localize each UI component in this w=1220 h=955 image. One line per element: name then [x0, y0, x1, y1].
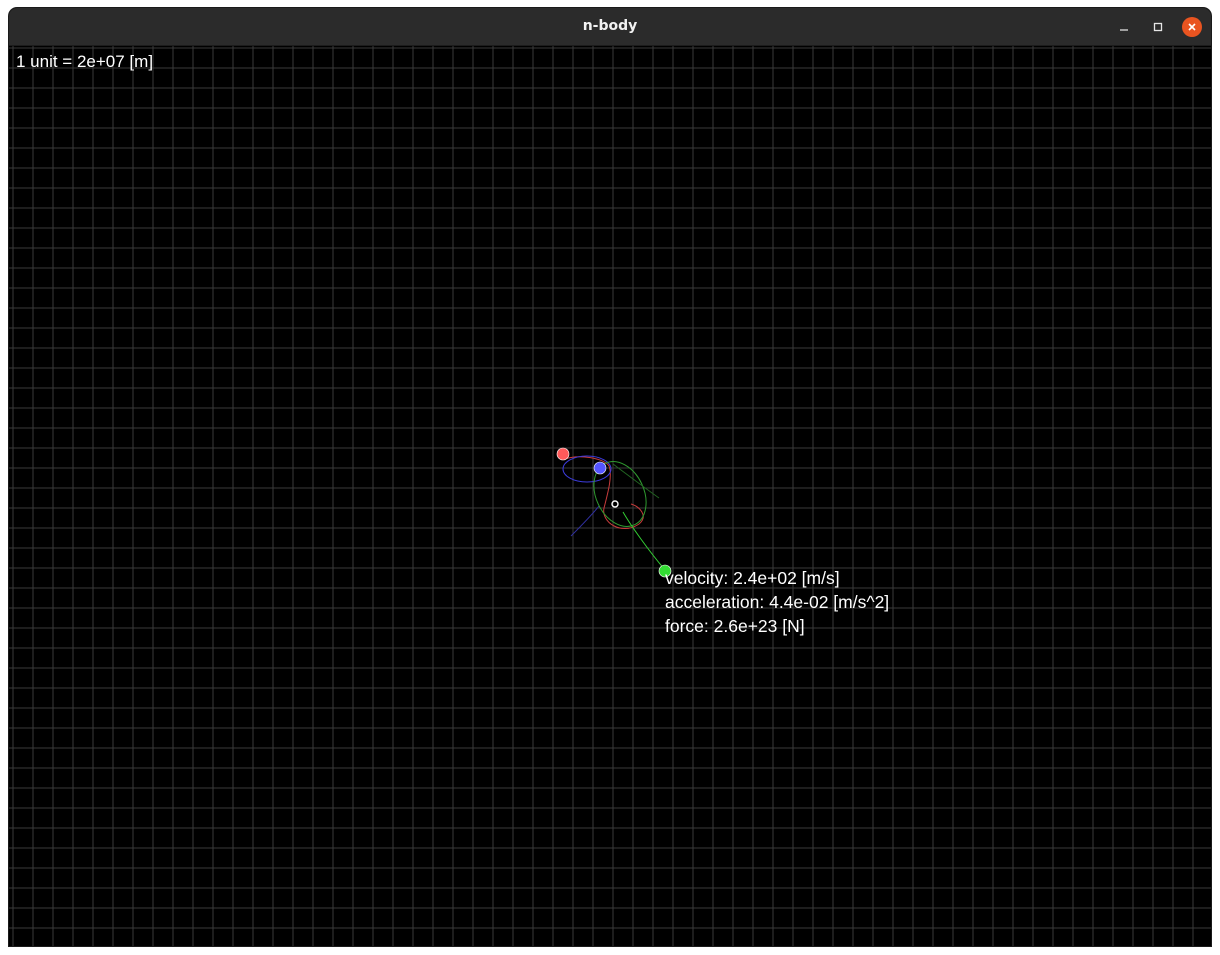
minimize-icon	[1120, 29, 1128, 31]
maximize-icon	[1153, 22, 1163, 32]
title-bar[interactable]: n-body	[9, 8, 1211, 46]
app-window: n-body 1 unit = 2e+07 [m] velocity: 2.4e…	[9, 8, 1211, 946]
scale-label: 1 unit = 2e+07 [m]	[16, 52, 154, 71]
simulation-canvas[interactable]: 1 unit = 2e+07 [m] velocity: 2.4e+02 [m/…	[9, 46, 1211, 946]
grid	[9, 46, 1211, 946]
window-title: n-body	[582, 18, 638, 34]
green-body-trail-path	[622, 511, 666, 571]
blue-body-trail-tail	[570, 505, 600, 537]
red-body[interactable]	[556, 447, 570, 461]
close-button[interactable]	[1182, 17, 1202, 37]
bodies	[556, 447, 672, 578]
force-readout: force: 2.6e+23 [N]	[665, 616, 805, 636]
blue-body[interactable]	[593, 461, 607, 475]
orbit-trails	[562, 455, 666, 571]
acceleration-readout: acceleration: 4.4e-02 [m/s^2]	[665, 592, 890, 612]
close-icon	[1188, 23, 1196, 31]
green-body-trail-tail	[612, 463, 660, 499]
selected-body-info: velocity: 2.4e+02 [m/s] acceleration: 4.…	[665, 566, 889, 638]
velocity-readout: velocity: 2.4e+02 [m/s]	[665, 568, 840, 588]
maximize-button[interactable]	[1148, 17, 1168, 37]
minimize-button[interactable]	[1114, 17, 1134, 37]
simulation-view	[9, 46, 1211, 946]
